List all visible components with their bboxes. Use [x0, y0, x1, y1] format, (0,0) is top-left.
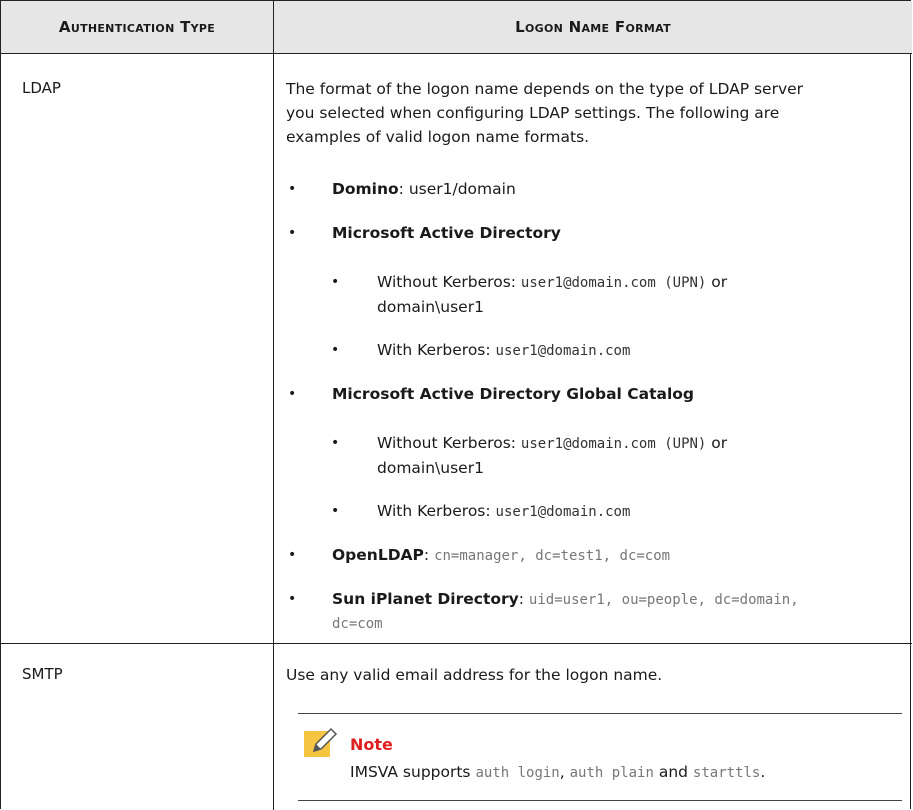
- column-divider: [273, 54, 274, 810]
- bullet-icon: •: [331, 503, 340, 519]
- note-top-rule: [298, 713, 902, 714]
- note-sep: ,: [559, 763, 570, 781]
- msadgc-without-or: or: [706, 434, 728, 452]
- msadgc-with-prefix: With Kerberos:: [377, 502, 496, 520]
- note-end: .: [760, 763, 766, 781]
- row-divider: [1, 643, 912, 644]
- sun-value-line1: uid=user1, ou=people, dc=domain,: [528, 592, 799, 608]
- list-item-msad-with: With Kerberos: user1@domain.com: [377, 338, 897, 363]
- sun-value-line2: dc=com: [332, 616, 383, 632]
- list-item-msadgc: Microsoft Active Directory Global Catalo…: [332, 382, 913, 406]
- note-code-auth-login: auth login: [475, 765, 560, 781]
- auth-type-ldap: LDAP: [22, 79, 61, 97]
- bullet-icon: •: [331, 435, 340, 451]
- bullet-icon: •: [288, 225, 297, 241]
- openldap-value: cn=manager, dc=test1, dc=com: [434, 548, 671, 564]
- msad-without-line2: domain\user1: [377, 298, 484, 316]
- msadgc-without-line2: domain\user1: [377, 459, 484, 477]
- msadgc-without-code: user1@domain.com (UPN): [520, 436, 707, 452]
- domino-value: : user1/domain: [398, 180, 516, 198]
- ldap-intro-line2: you selected when configuring LDAP setti…: [286, 104, 780, 122]
- msadgc-label: Microsoft Active Directory Global Catalo…: [332, 385, 694, 403]
- note-code-auth-plain: auth plain: [569, 765, 654, 781]
- openldap-colon: :: [423, 546, 435, 564]
- sun-colon: :: [518, 590, 529, 608]
- table-header: Authentication Type Logon Name Format: [1, 1, 912, 54]
- bullet-icon: •: [288, 181, 297, 197]
- domino-label: Domino: [332, 180, 399, 198]
- list-item-domino: Domino: user1/domain: [332, 177, 913, 201]
- msad-label: Microsoft Active Directory: [332, 224, 561, 242]
- list-item-msadgc-with: With Kerberos: user1@domain.com: [377, 499, 897, 524]
- header-logon-format: Logon Name Format: [515, 18, 671, 36]
- bullet-icon: •: [288, 386, 297, 402]
- note-prefix: IMSVA supports: [350, 763, 476, 781]
- list-item-msadgc-without: Without Kerberos: user1@domain.com (UPN)…: [377, 431, 897, 480]
- msad-with-code: user1@domain.com: [495, 343, 631, 359]
- list-item-openldap: OpenLDAP: cn=manager, dc=test1, dc=com: [332, 543, 913, 568]
- smtp-text: Use any valid email address for the logo…: [286, 666, 663, 684]
- list-item-msad: Microsoft Active Directory: [332, 221, 913, 245]
- note-pencil-icon: [304, 727, 338, 757]
- msad-without-code: user1@domain.com (UPN): [520, 275, 707, 291]
- sun-label: Sun iPlanet Directory: [332, 590, 519, 608]
- note-bottom-rule: [298, 800, 902, 801]
- msad-without-or: or: [706, 273, 728, 291]
- msad-without-prefix: Without Kerberos:: [377, 273, 521, 291]
- note-title: Note: [350, 735, 393, 754]
- note-code-starttls: starttls: [692, 765, 761, 781]
- auth-type-smtp: SMTP: [22, 665, 63, 683]
- bullet-icon: •: [331, 274, 340, 290]
- ldap-intro: The format of the logon name depends on …: [286, 77, 901, 149]
- bullet-icon: •: [288, 547, 297, 563]
- ldap-intro-line1: The format of the logon name depends on …: [286, 80, 804, 98]
- header-auth-type: Authentication Type: [1, 1, 274, 53]
- msad-with-prefix: With Kerberos:: [377, 341, 496, 359]
- msadgc-with-code: user1@domain.com: [495, 504, 631, 520]
- ldap-intro-line3: examples of valid logon name formats.: [286, 128, 590, 146]
- list-item-msad-without: Without Kerberos: user1@domain.com (UPN)…: [377, 270, 897, 319]
- bullet-icon: •: [288, 591, 297, 607]
- msadgc-without-prefix: Without Kerberos:: [377, 434, 521, 452]
- logon-format-table: Authentication Type Logon Name Format LD…: [0, 0, 913, 810]
- openldap-label: OpenLDAP: [332, 546, 424, 564]
- list-item-sun: Sun iPlanet Directory: uid=user1, ou=peo…: [332, 587, 907, 636]
- note-and: and: [653, 763, 693, 781]
- note-text: IMSVA supports auth login, auth plain an…: [350, 763, 765, 781]
- bullet-icon: •: [331, 342, 340, 358]
